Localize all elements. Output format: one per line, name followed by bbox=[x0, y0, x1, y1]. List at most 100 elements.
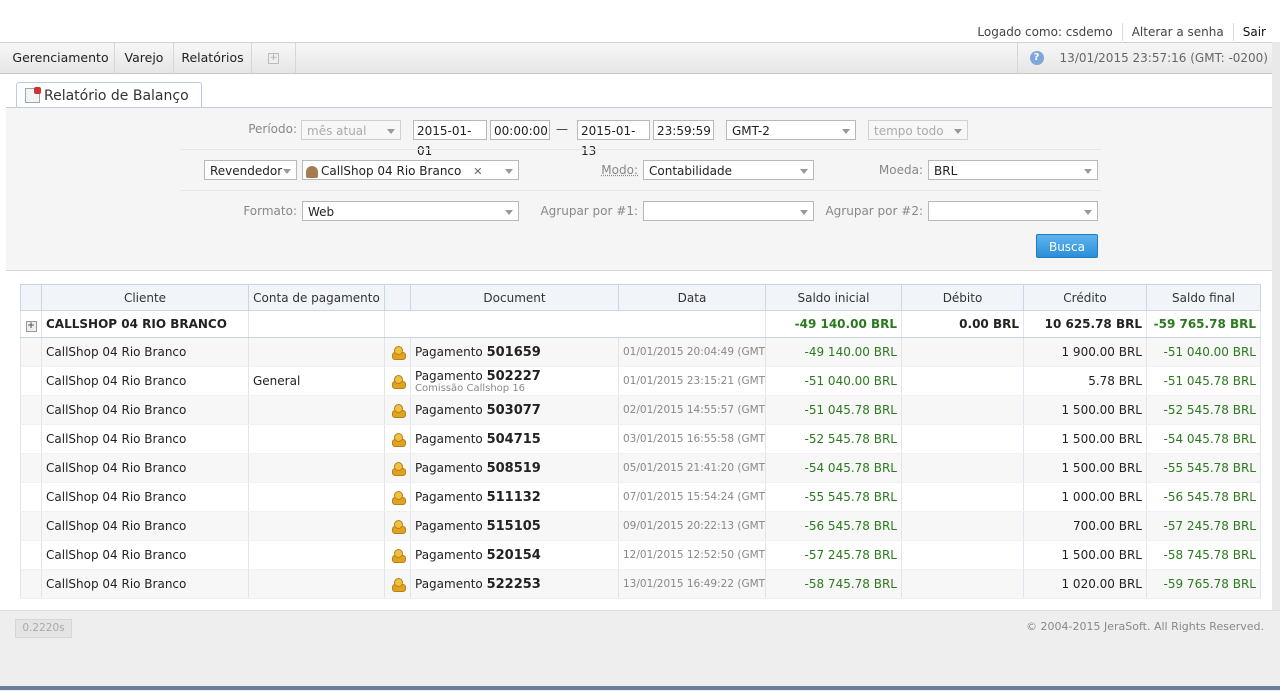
row-divider bbox=[181, 190, 1101, 191]
logout-link[interactable]: Sair bbox=[1234, 23, 1266, 41]
doc-number[interactable]: 511132 bbox=[487, 490, 541, 505]
entity-multiselect[interactable]: CallShop 04 Rio Branco ✕ bbox=[302, 160, 519, 180]
cell-client: CallShop 04 Rio Branco bbox=[42, 570, 249, 599]
cell-document[interactable]: Pagamento 503077 bbox=[411, 396, 619, 425]
cell-date: 03/01/2015 16:55:58 (GMT: -0200) bbox=[619, 425, 766, 454]
doc-number[interactable]: 520154 bbox=[487, 548, 541, 563]
timezone-select[interactable]: GMT-2 bbox=[726, 120, 856, 140]
doc-number[interactable]: 502227 bbox=[487, 369, 541, 384]
time-from-input[interactable]: 00:00:00 bbox=[490, 120, 550, 140]
cell-document[interactable]: Pagamento 515105 bbox=[411, 512, 619, 541]
payment-icon bbox=[391, 462, 405, 475]
table-row[interactable]: CallShop 04 Rio Branco Pagamento 511132 07… bbox=[21, 483, 1261, 512]
doc-type: Pagamento bbox=[415, 519, 483, 533]
add-menu-button[interactable]: + bbox=[252, 43, 296, 73]
doc-number[interactable]: 508519 bbox=[487, 461, 541, 476]
group-final: -59 765.78 BRL bbox=[1147, 311, 1261, 338]
format-select[interactable]: Web bbox=[302, 201, 519, 221]
cell-account bbox=[249, 541, 385, 570]
period-select[interactable]: mês atual bbox=[301, 120, 401, 140]
table-row[interactable]: CallShop 04 Rio Branco General Pagamento 5… bbox=[21, 367, 1261, 396]
col-header-credit[interactable]: Crédito bbox=[1024, 285, 1147, 311]
cell-account bbox=[249, 425, 385, 454]
doc-number[interactable]: 522253 bbox=[487, 577, 541, 592]
col-header-final[interactable]: Saldo final bbox=[1147, 285, 1261, 311]
mode-select[interactable]: Contabilidade bbox=[643, 160, 814, 180]
cell-document[interactable]: Pagamento 504715 bbox=[411, 425, 619, 454]
server-datetime: 13/01/2015 23:57:16 (GMT: -0200) bbox=[1044, 51, 1280, 65]
doc-number[interactable]: 515105 bbox=[487, 519, 541, 534]
doc-number[interactable]: 504715 bbox=[487, 432, 541, 447]
col-header-document[interactable]: Document bbox=[411, 285, 619, 311]
cell-date: 01/01/2015 23:15:21 (GMT: -0200) bbox=[619, 367, 766, 396]
cell-credit: 700.00 BRL bbox=[1024, 512, 1147, 541]
cell-client: CallShop 04 Rio Branco bbox=[42, 425, 249, 454]
doc-number[interactable]: 503077 bbox=[487, 403, 541, 418]
col-header-initial[interactable]: Saldo inicial bbox=[766, 285, 902, 311]
payment-icon bbox=[391, 520, 405, 533]
tab-balance-report[interactable]: Relatório de Balanço bbox=[16, 82, 202, 108]
range-select[interactable]: tempo todo bbox=[868, 120, 968, 140]
menu-item-gerenciamento[interactable]: Gerenciamento bbox=[7, 43, 115, 73]
report-icon bbox=[25, 88, 40, 103]
expand-icon[interactable]: + bbox=[26, 321, 37, 332]
cell-initial: -58 745.78 BRL bbox=[766, 570, 902, 599]
cell-account bbox=[249, 512, 385, 541]
cell-document[interactable]: Pagamento 520154 bbox=[411, 541, 619, 570]
chevron-down-icon bbox=[1084, 169, 1092, 174]
table-row[interactable]: CallShop 04 Rio Branco Pagamento 522253 13… bbox=[21, 570, 1261, 599]
cell-initial: -51 045.78 BRL bbox=[766, 396, 902, 425]
table-row[interactable]: CallShop 04 Rio Branco Pagamento 501659 01… bbox=[21, 338, 1261, 367]
col-header-account[interactable]: Conta de pagamento bbox=[249, 285, 385, 311]
change-password-link[interactable]: Alterar a senha bbox=[1123, 23, 1234, 41]
table-row[interactable]: CallShop 04 Rio Branco Pagamento 503077 02… bbox=[21, 396, 1261, 425]
menu-item-relatorios[interactable]: Relatórios bbox=[174, 43, 252, 73]
table-row[interactable]: CallShop 04 Rio Branco Pagamento 508519 05… bbox=[21, 454, 1261, 483]
cell-document[interactable]: Pagamento 501659 bbox=[411, 338, 619, 367]
cell-document[interactable]: Pagamento 511132 bbox=[411, 483, 619, 512]
cell-document[interactable]: Pagamento 502227 Comissão Callshop 16 bbox=[411, 367, 619, 396]
group1-select[interactable] bbox=[643, 201, 814, 221]
col-header-date[interactable]: Data bbox=[619, 285, 766, 311]
timezone-value: GMT-2 bbox=[732, 124, 770, 138]
entity-tag: CallShop 04 Rio Branco bbox=[321, 164, 461, 178]
group2-select[interactable] bbox=[928, 201, 1098, 221]
doc-type: Pagamento bbox=[415, 548, 483, 562]
date-from-input[interactable]: 2015-01-01 bbox=[413, 120, 487, 140]
entity-type-select[interactable]: Revendedor bbox=[204, 160, 297, 180]
cell-account: General bbox=[249, 367, 385, 396]
cell-date: 12/01/2015 12:52:50 (GMT: -0200) bbox=[619, 541, 766, 570]
right-edge bbox=[1272, 42, 1280, 610]
cell-final: -54 045.78 BRL bbox=[1147, 425, 1261, 454]
cell-credit: 1 500.00 BRL bbox=[1024, 396, 1147, 425]
cell-document[interactable]: Pagamento 508519 bbox=[411, 454, 619, 483]
remove-tag-icon[interactable]: ✕ bbox=[473, 165, 482, 178]
table-row[interactable]: CallShop 04 Rio Branco Pagamento 515105 09… bbox=[21, 512, 1261, 541]
row-divider bbox=[181, 149, 1101, 150]
doc-subtitle: Comissão Callshop 16 bbox=[415, 383, 614, 394]
currency-select[interactable]: BRL bbox=[928, 160, 1098, 180]
cell-debit bbox=[902, 454, 1024, 483]
doc-number[interactable]: 501659 bbox=[487, 345, 541, 360]
top-bar: Logado como: csdemo Alterar a senha Sair bbox=[0, 0, 1280, 42]
menu-right: ? 13/01/2015 23:57:16 (GMT: -0200) bbox=[1017, 43, 1280, 73]
format-label: Formato: bbox=[206, 204, 297, 218]
menu-item-varejo[interactable]: Varejo bbox=[115, 43, 174, 73]
table-row[interactable]: CallShop 04 Rio Branco Pagamento 520154 12… bbox=[21, 541, 1261, 570]
mode-label: Modo: bbox=[566, 163, 638, 177]
cell-credit: 1 000.00 BRL bbox=[1024, 483, 1147, 512]
main-menu: Gerenciamento Varejo Relatórios + ? 13/0… bbox=[0, 42, 1280, 74]
group-expander[interactable]: + bbox=[21, 311, 42, 338]
table-row[interactable]: CallShop 04 Rio Branco Pagamento 504715 03… bbox=[21, 425, 1261, 454]
doc-type: Pagamento bbox=[415, 345, 483, 359]
cell-document[interactable]: Pagamento 522253 bbox=[411, 570, 619, 599]
time-to-input[interactable]: 23:59:59 bbox=[653, 120, 714, 140]
doc-type: Pagamento bbox=[415, 490, 483, 504]
search-button[interactable]: Busca bbox=[1036, 234, 1098, 258]
help-icon[interactable]: ? bbox=[1030, 51, 1044, 65]
col-header-debit[interactable]: Débito bbox=[902, 285, 1024, 311]
cell-final: -51 045.78 BRL bbox=[1147, 367, 1261, 396]
col-header-client[interactable]: Cliente bbox=[42, 285, 249, 311]
group1-label: Agrupar por #1: bbox=[526, 204, 638, 218]
date-to-input[interactable]: 2015-01-13 bbox=[577, 120, 650, 140]
